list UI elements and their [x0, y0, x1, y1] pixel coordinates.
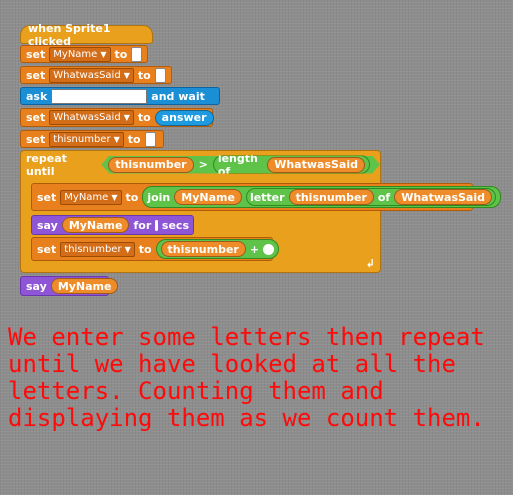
- ask-and-wait-block[interactable]: ask and wait: [20, 87, 220, 105]
- whatwassaid-reporter[interactable]: WhatwasSaid: [394, 189, 492, 205]
- thisnumber-reporter[interactable]: thisnumber: [288, 189, 374, 205]
- greater-than-operator: >: [198, 158, 208, 171]
- set-thisnumber-block[interactable]: set thisnumber ▼ to: [20, 130, 164, 148]
- value-input[interactable]: [154, 67, 166, 83]
- to-keyword: to: [114, 47, 128, 61]
- set-keyword: set: [26, 47, 46, 61]
- value-input[interactable]: [131, 46, 143, 62]
- set-whatwassaid-answer-block[interactable]: set WhatwasSaid ▼ to answer: [20, 108, 214, 127]
- length-of-reporter[interactable]: length of WhatwasSaid: [213, 155, 370, 174]
- set-keyword: set: [37, 190, 57, 204]
- myname-reporter[interactable]: MyName: [174, 189, 242, 205]
- whatwassaid-reporter[interactable]: WhatwasSaid: [267, 157, 365, 173]
- variable-dropdown-thisnumber[interactable]: thisnumber ▼: [49, 131, 124, 147]
- letter-of-reporter[interactable]: letter thisnumber of WhatwasSaid: [245, 188, 496, 206]
- secs-keyword: secs: [161, 218, 189, 232]
- set-keyword: set: [37, 242, 57, 256]
- increment-input[interactable]: [263, 243, 275, 255]
- chevron-down-icon: ▼: [123, 70, 130, 80]
- chevron-down-icon: ▼: [100, 49, 107, 59]
- addition-reporter[interactable]: thisnumber +: [155, 239, 280, 259]
- to-keyword: to: [137, 111, 151, 124]
- loop-arrow-icon: ↲: [365, 257, 375, 270]
- chevron-down-icon: ▼: [123, 113, 130, 122]
- say-keyword: say: [37, 218, 58, 232]
- variable-dropdown-thisnumber[interactable]: thisnumber ▼: [60, 241, 135, 257]
- set-whatwassaid-block[interactable]: set WhatwasSaid ▼ to: [20, 66, 172, 84]
- say-for-secs-block[interactable]: say MyName for secs: [31, 215, 194, 235]
- variable-dropdown-myname[interactable]: MyName ▼: [49, 46, 111, 62]
- thisnumber-reporter[interactable]: thisnumber: [108, 157, 193, 173]
- thisnumber-reporter[interactable]: thisnumber: [160, 241, 246, 257]
- say-keyword: say: [26, 279, 47, 293]
- description-text: We enter some letters then repeat until …: [8, 323, 500, 432]
- greater-than-condition[interactable]: thisnumber > length of WhatwasSaid: [101, 156, 380, 174]
- plus-operator: +: [249, 242, 260, 256]
- set-myname-join-block[interactable]: set MyName ▼ to join MyName letter thisnu…: [31, 183, 501, 211]
- ask-keyword: ask: [26, 89, 48, 103]
- and-wait-keyword: and wait: [151, 89, 205, 103]
- set-keyword: set: [26, 132, 46, 146]
- value-input[interactable]: [144, 131, 156, 147]
- set-thisnumber-increment-block[interactable]: set thisnumber ▼ to thisnumber +: [31, 237, 280, 261]
- of-label: of: [377, 190, 391, 204]
- variable-dropdown-myname[interactable]: MyName ▼: [60, 189, 122, 205]
- variable-dropdown-whatwassaid[interactable]: WhatwasSaid ▼: [49, 110, 134, 125]
- myname-reporter[interactable]: MyName: [61, 217, 130, 233]
- when-sprite-clicked-hat-block[interactable]: when Sprite1 clicked: [20, 22, 153, 48]
- to-keyword: to: [137, 68, 151, 82]
- for-keyword: for: [133, 218, 152, 232]
- set-myname-block[interactable]: set MyName ▼ to: [20, 45, 148, 63]
- secs-input[interactable]: [155, 219, 158, 231]
- variable-dropdown-whatwassaid[interactable]: WhatwasSaid ▼: [49, 67, 134, 83]
- say-block[interactable]: say MyName: [20, 276, 119, 296]
- chevron-down-icon: ▼: [111, 192, 118, 202]
- myname-reporter[interactable]: MyName: [50, 278, 119, 294]
- chevron-down-icon: ▼: [113, 134, 120, 144]
- join-reporter[interactable]: join MyName letter thisnumber of Whatwas…: [142, 186, 501, 208]
- repeat-until-keyword: repeat until: [26, 151, 67, 178]
- letter-label: letter: [249, 190, 285, 204]
- to-keyword: to: [127, 132, 141, 146]
- hat-label: when Sprite1 clicked: [28, 21, 111, 48]
- set-keyword: set: [26, 68, 46, 82]
- set-keyword: set: [26, 111, 46, 124]
- to-keyword: to: [125, 190, 139, 204]
- answer-reporter[interactable]: answer: [154, 109, 214, 126]
- to-keyword: to: [138, 242, 152, 256]
- chevron-down-icon: ▼: [124, 244, 131, 254]
- join-label: join: [147, 190, 171, 204]
- ask-question-input[interactable]: [51, 88, 148, 104]
- length-of-label: length of: [217, 151, 258, 178]
